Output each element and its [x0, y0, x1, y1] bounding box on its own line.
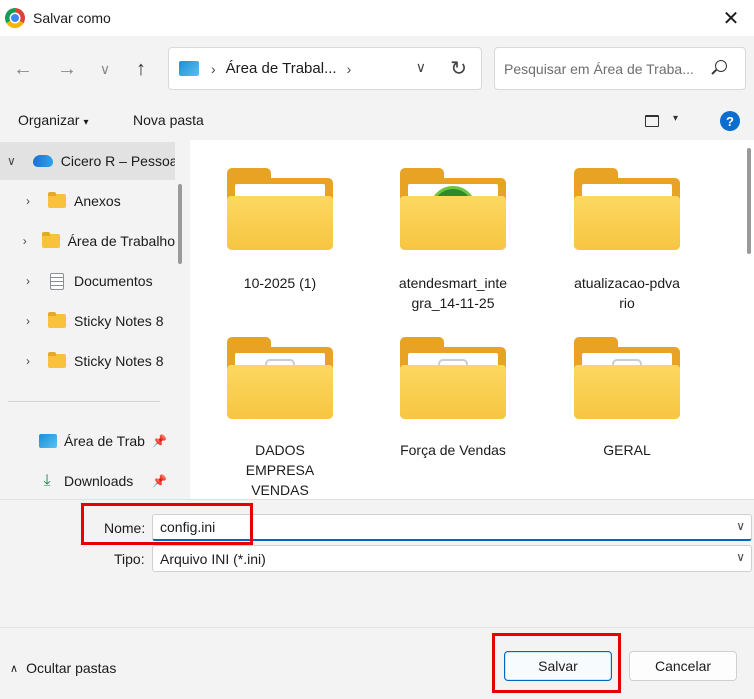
- address-bar[interactable]: › Área de Trabal... › ∨ ↻: [168, 47, 482, 90]
- organize-button[interactable]: Organizar ▾: [18, 112, 89, 128]
- filetype-label: Tipo:: [114, 551, 145, 567]
- search-icon: [715, 60, 727, 72]
- folder-icon: [400, 337, 506, 419]
- desktop-icon: [39, 434, 57, 448]
- organize-label: Organizar: [18, 112, 80, 128]
- expand-chevron-icon[interactable]: ›: [21, 314, 35, 328]
- expand-chevron-icon[interactable]: ›: [21, 194, 35, 208]
- onedrive-icon: [32, 155, 53, 167]
- folder-icon: [227, 168, 333, 250]
- up-arrow-icon[interactable]: ↑: [128, 56, 154, 82]
- back-arrow-icon[interactable]: ←: [10, 56, 36, 82]
- search-input[interactable]: Pesquisar em Área de Traba...: [494, 47, 746, 90]
- hide-folders-label: Ocultar pastas: [26, 660, 117, 676]
- download-icon: ⤓: [43, 472, 51, 489]
- forward-arrow-icon[interactable]: →: [54, 56, 80, 82]
- sidebar-item-label: Cicero R – Pessoal: [60, 153, 175, 169]
- hide-folders-toggle[interactable]: ∧ Ocultar pastas: [10, 660, 116, 676]
- sidebar-item-sticky-notes[interactable]: › Sticky Notes 8: [0, 342, 175, 380]
- pin-icon[interactable]: 📌: [152, 474, 167, 488]
- save-form: Nome: config.ini ∨ Tipo: Arquivo INI (*.…: [0, 499, 754, 627]
- breadcrumb-current[interactable]: Área de Trabal...: [226, 60, 337, 77]
- dialog-footer: ∧ Ocultar pastas Salvar Cancelar: [0, 627, 754, 699]
- filename-dropdown-chevron-icon[interactable]: ∨: [736, 519, 745, 533]
- folder-name: atualizacao-pdva rio: [574, 275, 680, 311]
- file-list-scrollbar[interactable]: [747, 148, 751, 254]
- sidebar-item-area-de-trabalho[interactable]: › Área de Trabalho: [0, 222, 175, 260]
- window-title: Salvar como: [33, 10, 111, 26]
- folder-icon: [574, 337, 680, 419]
- folder-icon: [48, 312, 66, 328]
- help-icon[interactable]: ?: [720, 111, 740, 131]
- view-layout-icon[interactable]: [645, 115, 659, 127]
- breadcrumb-separator: ›: [211, 60, 216, 77]
- folder-name: 10-2025 (1): [243, 275, 317, 291]
- filetype-select[interactable]: Arquivo INI (*.ini) ∨: [152, 545, 752, 572]
- folder-icon: [41, 232, 60, 248]
- sidebar-item-label: Sticky Notes 8: [74, 313, 164, 329]
- sidebar-item-label: Anexos: [74, 193, 121, 209]
- folder-name: DADOS EMPRESA VENDAS: [245, 442, 315, 498]
- annotation-highlight: [81, 503, 253, 545]
- folder-icon: [574, 168, 680, 250]
- folder-name: GERAL: [603, 442, 651, 458]
- folder-icon: [48, 192, 66, 208]
- breadcrumb-separator[interactable]: ›: [347, 61, 352, 77]
- document-icon: [50, 272, 64, 290]
- folder-icon: [48, 352, 66, 368]
- filetype-value[interactable]: Arquivo INI (*.ini): [160, 551, 266, 567]
- quick-access-label: Área de Trab: [64, 433, 145, 449]
- refresh-icon[interactable]: ↻: [450, 56, 467, 81]
- new-folder-button[interactable]: Nova pasta: [133, 112, 204, 128]
- sidebar-item-label: Área de Trabalho: [67, 233, 175, 249]
- sidebar-item-sticky-notes[interactable]: › Sticky Notes 8: [0, 302, 175, 340]
- annotation-highlight: [492, 633, 621, 693]
- sidebar-divider: [8, 401, 160, 402]
- title-bar: Salvar como ✕: [0, 0, 754, 36]
- navigation-pane: ∨ Cicero R – Pessoal › Anexos › Área de …: [0, 140, 190, 499]
- filetype-dropdown-chevron-icon[interactable]: ∨: [736, 550, 745, 564]
- expand-chevron-icon[interactable]: ›: [21, 234, 29, 248]
- sidebar-scrollbar[interactable]: [178, 184, 182, 264]
- quick-access-downloads[interactable]: ⤓ Downloads 📌: [0, 462, 175, 499]
- view-options-caret-icon[interactable]: ▾: [673, 113, 678, 124]
- expand-chevron-icon[interactable]: ›: [21, 354, 35, 368]
- caret-down-icon: ▾: [83, 117, 89, 128]
- sidebar-item-label: Documentos: [74, 273, 153, 289]
- caret-up-icon: ∧: [10, 662, 19, 675]
- toolbar: Organizar ▾ Nova pasta ▾ ?: [0, 102, 754, 140]
- desktop-icon: [179, 61, 199, 76]
- folder-name: Força de Vendas: [400, 442, 506, 458]
- chrome-icon: [5, 8, 25, 28]
- sidebar-item-anexos[interactable]: › Anexos: [0, 182, 175, 220]
- address-row: ← → ∨ ↑ › Área de Trabal... › ∨ ↻ Pesqui…: [0, 36, 754, 102]
- folder-icon: HS: [400, 168, 506, 250]
- search-placeholder: Pesquisar em Área de Traba...: [504, 60, 694, 77]
- close-icon[interactable]: ✕: [708, 0, 754, 36]
- expand-chevron-icon[interactable]: ∨: [7, 154, 16, 168]
- expand-chevron-icon[interactable]: ›: [21, 274, 35, 288]
- sidebar-item-label: Sticky Notes 8: [74, 353, 164, 369]
- pin-icon[interactable]: 📌: [152, 434, 167, 448]
- recent-locations-chevron-icon[interactable]: ∨: [92, 56, 118, 82]
- quick-access-label: Downloads: [64, 473, 134, 489]
- address-history-chevron-icon[interactable]: ∨: [416, 59, 426, 76]
- folder-name: atendesmart_inte gra_14-11-25: [398, 275, 508, 311]
- file-list: 10-2025 (1) HS atendesmart_integra_14-11…: [190, 140, 754, 499]
- sidebar-item-onedrive[interactable]: ∨ Cicero R – Pessoal: [0, 142, 175, 180]
- folder-icon: [227, 337, 333, 419]
- cancel-button[interactable]: Cancelar: [629, 651, 737, 681]
- sidebar-item-documentos[interactable]: › Documentos: [0, 262, 175, 300]
- quick-access-desktop[interactable]: Área de Trab 📌: [0, 422, 175, 460]
